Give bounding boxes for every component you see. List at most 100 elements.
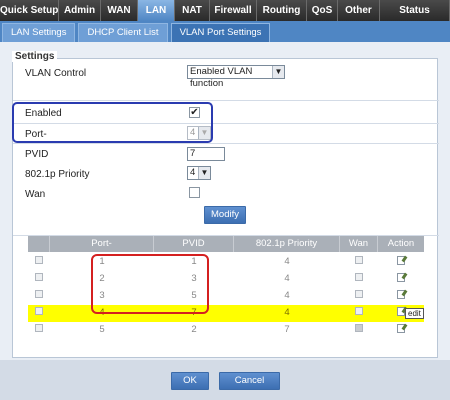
checkmark-icon: ✔ bbox=[190, 107, 199, 118]
wan-label: Wan bbox=[25, 189, 46, 200]
col-header-port: Port- bbox=[50, 236, 154, 252]
bottom-bar: OK Cancel bbox=[0, 360, 450, 400]
wan-checkbox bbox=[355, 273, 363, 282]
priority-cell: 4 bbox=[284, 290, 290, 301]
edit-icon[interactable] bbox=[397, 289, 405, 299]
priority-cell: 4 bbox=[284, 307, 290, 318]
main-tab-bar: Quick Setup Admin WAN LAN NAT Firewall R… bbox=[0, 0, 450, 21]
row-select-checkbox[interactable] bbox=[28, 271, 50, 287]
table-row: 2 3 4 bbox=[28, 271, 424, 288]
subtab-lan-settings[interactable]: LAN Settings bbox=[2, 23, 76, 42]
action-cell bbox=[378, 271, 424, 287]
vlan-control-select[interactable]: Enabled VLAN function ▼ bbox=[187, 65, 285, 89]
row-checkbox[interactable] bbox=[35, 307, 43, 316]
row-select-checkbox[interactable] bbox=[28, 254, 50, 270]
edit-icon[interactable] bbox=[397, 272, 405, 282]
wan-cell bbox=[340, 254, 378, 270]
sub-tab-bar: LAN Settings DHCP Client List VLAN Port … bbox=[0, 21, 450, 42]
pvid-cell: 1 bbox=[191, 256, 197, 267]
subtab-vlan-port-settings[interactable]: VLAN Port Settings bbox=[170, 23, 271, 42]
tab-status[interactable]: Status bbox=[380, 0, 450, 21]
wan-checkbox bbox=[355, 290, 363, 299]
table-row: 1 1 4 bbox=[28, 254, 424, 271]
col-header-select bbox=[28, 236, 50, 252]
col-header-pvid: PVID bbox=[154, 236, 234, 252]
wan-checkbox[interactable] bbox=[189, 187, 200, 198]
vlan-control-label: VLAN Control bbox=[25, 68, 87, 79]
port-cell: 3 bbox=[99, 290, 105, 301]
priority-select-value: 4 bbox=[190, 167, 196, 178]
pvid-cell: 7 bbox=[191, 307, 197, 318]
edit-icon[interactable] bbox=[397, 323, 405, 333]
table-body: 1 1 4 2 3 4 3 5 4 4 7 4 5 2 7 bbox=[28, 254, 424, 339]
action-cell bbox=[378, 254, 424, 270]
enabled-checkbox[interactable]: ✔ bbox=[189, 107, 200, 118]
port-cell: 5 bbox=[99, 324, 105, 335]
priority-label: 802.1p Priority bbox=[25, 169, 90, 180]
divider bbox=[13, 123, 439, 124]
wan-checkbox bbox=[355, 307, 363, 316]
tab-lan[interactable]: LAN bbox=[138, 0, 175, 21]
tab-quick-setup[interactable]: Quick Setup bbox=[0, 0, 59, 21]
tab-nat[interactable]: NAT bbox=[175, 0, 210, 21]
edit-tooltip: edit bbox=[405, 308, 424, 319]
divider bbox=[13, 143, 439, 144]
row-select-checkbox[interactable] bbox=[28, 288, 50, 304]
table-header-row: Port- PVID 802.1p Priority Wan Action bbox=[28, 236, 424, 252]
row-checkbox[interactable] bbox=[35, 290, 43, 299]
col-header-action: Action bbox=[387, 238, 415, 249]
priority-cell: 4 bbox=[284, 256, 290, 267]
port-cell: 2 bbox=[99, 273, 105, 284]
modify-button[interactable]: Modify bbox=[204, 206, 246, 224]
enabled-label: Enabled bbox=[25, 108, 62, 119]
tab-admin[interactable]: Admin bbox=[59, 0, 101, 21]
row-select-checkbox[interactable] bbox=[28, 305, 50, 321]
priority-cell: 7 bbox=[284, 324, 290, 335]
port-cell: 1 bbox=[99, 256, 105, 267]
pvid-input[interactable]: 7 bbox=[187, 147, 225, 161]
table-row: 3 5 4 bbox=[28, 288, 424, 305]
wan-cell bbox=[340, 322, 378, 338]
edit-icon[interactable] bbox=[397, 306, 405, 316]
tab-wan[interactable]: WAN bbox=[101, 0, 138, 21]
pvid-input-value: 7 bbox=[190, 148, 196, 159]
table-row: 4 7 4 bbox=[28, 305, 424, 322]
ok-button[interactable]: OK bbox=[171, 372, 209, 390]
wan-cell bbox=[340, 305, 378, 321]
chevron-down-icon: ▼ bbox=[198, 127, 210, 139]
row-select-checkbox[interactable] bbox=[28, 322, 50, 338]
pvid-label: PVID bbox=[25, 149, 49, 160]
port-select[interactable]: 4 ▼ bbox=[187, 126, 211, 140]
vlan-port-table: Port- PVID 802.1p Priority Wan Action 11… bbox=[28, 236, 424, 339]
wan-checkbox bbox=[355, 256, 363, 265]
col-header-priority: 802.1p Priority bbox=[234, 236, 340, 252]
tab-qos[interactable]: QoS bbox=[307, 0, 338, 21]
edit-icon[interactable] bbox=[397, 255, 405, 265]
pvid-cell: 2 bbox=[191, 324, 197, 335]
tab-firewall[interactable]: Firewall bbox=[210, 0, 257, 21]
tab-other[interactable]: Other bbox=[338, 0, 380, 21]
col-header-wan: Wan bbox=[340, 236, 378, 252]
chevron-down-icon: ▼ bbox=[272, 66, 284, 78]
priority-select[interactable]: 4 ▼ bbox=[187, 166, 211, 180]
priority-cell: 4 bbox=[284, 273, 290, 284]
row-checkbox[interactable] bbox=[35, 324, 43, 333]
row-checkbox[interactable] bbox=[35, 256, 43, 265]
subtab-dhcp-client-list[interactable]: DHCP Client List bbox=[78, 23, 168, 42]
divider bbox=[13, 100, 439, 101]
cancel-button[interactable]: Cancel bbox=[219, 372, 280, 390]
tab-routing[interactable]: Routing bbox=[257, 0, 307, 21]
port-label: Port- bbox=[25, 129, 47, 140]
content-area: VLAN Control Enabled VLAN function ▼ Ena… bbox=[0, 42, 450, 400]
port-cell: 4 bbox=[99, 307, 105, 318]
wan-checkbox bbox=[355, 324, 363, 333]
table-row: 5 2 7 bbox=[28, 322, 424, 339]
vlan-control-value: Enabled VLAN function bbox=[190, 66, 253, 89]
port-select-value: 4 bbox=[190, 127, 196, 138]
pvid-cell: 3 bbox=[191, 273, 197, 284]
wan-cell bbox=[340, 288, 378, 304]
settings-legend: Settings bbox=[12, 51, 58, 62]
pvid-cell: 5 bbox=[191, 290, 197, 301]
wan-cell bbox=[340, 271, 378, 287]
row-checkbox[interactable] bbox=[35, 273, 43, 282]
